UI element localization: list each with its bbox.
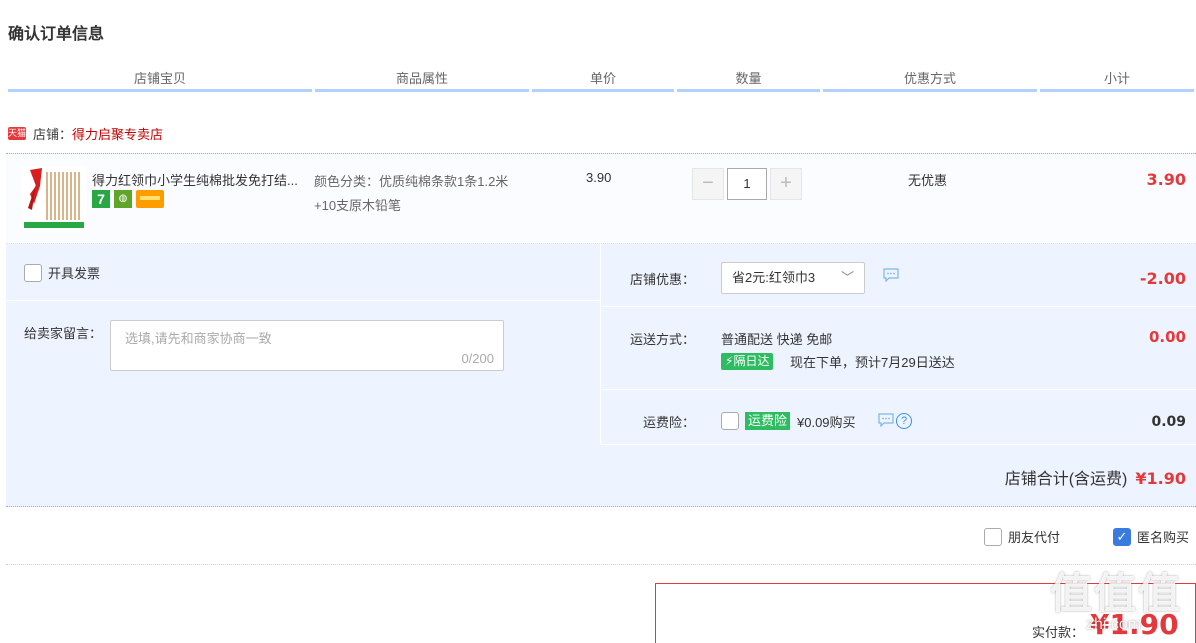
message-char-count: 0/200 [461,351,494,366]
shop-total: 店铺合计(含运费) ¥1.90 [1005,465,1186,489]
friend-pay-option[interactable]: 朋友代付 [984,527,1060,546]
quantity-plus-button[interactable]: + [770,168,802,200]
divider [6,564,1196,565]
chevron-down-icon: ﹀ [840,270,854,285]
product-title-link[interactable]: 得力红领巾小学生纯棉批发免打结... [92,170,312,189]
divider [600,444,1196,445]
quantity-minus-button[interactable]: − [692,168,724,200]
message-placeholder: 选填,请先和商家协商一致 [125,331,272,346]
column-header-shop-item: 店铺宝贝 [8,68,312,92]
product-property: 颜色分类：优质纯棉条款1条1.2米+10支原木铅笔 [314,174,509,213]
divider [600,389,1196,390]
insurance-price: ¥0.09购买 [797,415,856,430]
invoice-label: 开具发票 [48,266,101,281]
service-badges: 7 ◍ [92,190,164,208]
unit-price: 3.90 [586,170,612,185]
tmall-icon: 天猫 [8,126,27,140]
column-header-quantity: 数量 [677,68,820,92]
chat-icon[interactable] [883,268,899,285]
shop-discount-selected: 省2元:红领巾3 [732,270,816,285]
insurance-amount: 0.09 [1151,414,1186,430]
insurance-checkbox[interactable] [721,412,739,430]
invoice-checkbox[interactable]: 开具发票 [24,263,100,282]
watermark-url: zhi.com [1086,616,1142,633]
shop-total-label: 店铺合计(含运费) [1004,471,1128,488]
actual-pay-label: 实付款： [1032,625,1085,640]
chat-icon[interactable] [878,413,894,430]
delivery-estimate: 现在下单，预计7月29日送达 [790,355,955,370]
shipping-method: 普通配送 快递 免邮 [721,332,833,347]
divider [600,306,1196,307]
next-day-badge: ⚡隔日达 [721,353,774,370]
item-subtotal: 3.90 [1146,170,1186,189]
friend-pay-label: 朋友代付 [1008,530,1061,545]
help-icon[interactable]: ? [896,413,912,429]
anonymous-purchase-option[interactable]: ✓ 匿名购买 [1113,527,1189,546]
quantity-stepper: − 1 + [692,168,802,200]
shop-discount-select[interactable]: 省2元:红领巾3 ﹀ [721,262,865,294]
column-header-discount: 优惠方式 [823,68,1037,92]
shipping-label: 运送方式： [629,332,695,347]
invoice-checkbox-box[interactable] [24,263,42,282]
item-discount: 无优惠 [908,173,948,188]
message-label: 给卖家留言： [24,326,103,341]
shop-total-amount: ¥1.90 [1135,469,1186,488]
insurance-label: 运费险： [642,415,695,430]
divider [6,300,600,301]
shipping-amount: 0.00 [1148,328,1186,346]
seller-message-input[interactable]: 选填,请先和商家协商一致 0/200 [110,320,504,371]
seven-day-return-icon: 7 [92,190,110,208]
shop-discount-amount: -2.00 [1139,269,1186,288]
column-header-properties: 商品属性 [315,68,529,92]
anonymous-checkbox[interactable]: ✓ [1113,527,1131,546]
shop-label: 店铺： [33,126,73,142]
insurance-tag: 运费险 [745,412,791,430]
column-header-unit-price: 单价 [532,68,674,92]
friend-pay-checkbox[interactable] [984,527,1002,546]
page-title: 确认订单信息 [8,26,105,43]
item-row: 得力红领巾小学生纯棉批发免打结... 7 ◍ 颜色分类：优质纯棉条款1条1.2米… [6,154,1196,244]
guarantee-icon: ◍ [114,190,132,208]
column-header-subtotal: 小计 [1040,68,1194,92]
shop-name-link[interactable]: 得力启聚专卖店 [72,124,163,143]
shop-line: 天猫 店铺： 得力启聚专卖店 [8,124,163,142]
product-thumbnail[interactable] [22,166,86,230]
watermark-logo: 值值值 [1050,570,1183,617]
anonymous-label: 匿名购买 [1137,530,1190,545]
shop-discount-label: 店铺优惠： [629,272,695,287]
quantity-input[interactable]: 1 [727,168,767,200]
credit-card-icon [136,190,164,208]
